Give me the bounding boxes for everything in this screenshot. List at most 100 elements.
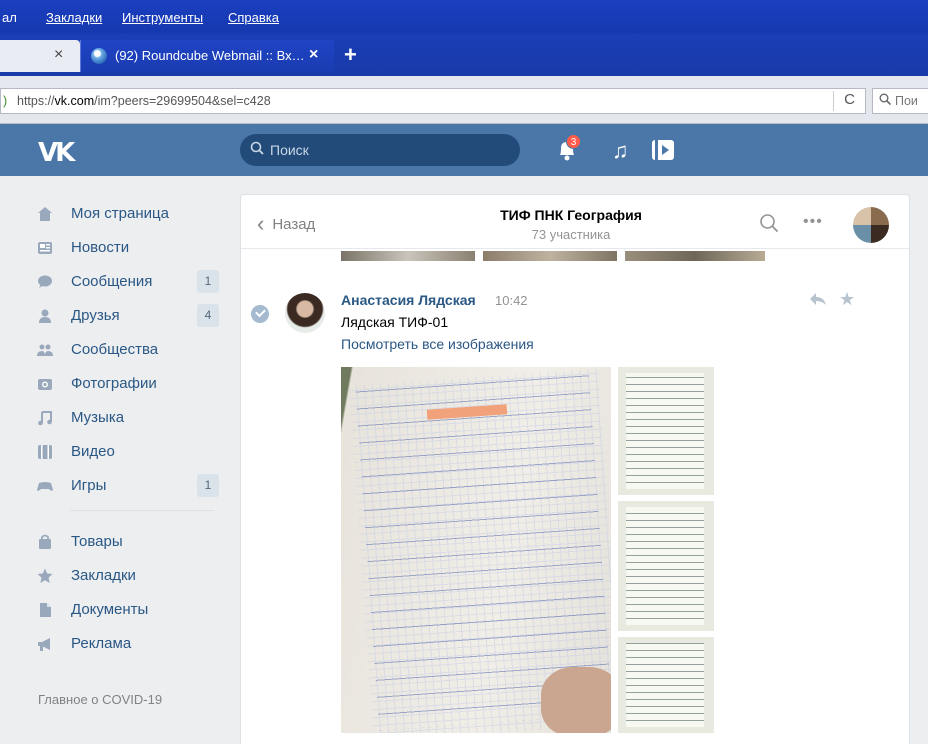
search-icon[interactable]	[759, 213, 779, 233]
notebook-page	[626, 507, 704, 625]
sidebar-item-bookmarks[interactable]: Закладки	[30, 562, 222, 590]
music-icon	[38, 411, 52, 426]
menu-item-help[interactable]: Справка	[228, 10, 279, 25]
sidebar-item-label: Закладки	[71, 567, 136, 584]
tab-close-icon[interactable]: ×	[309, 46, 318, 64]
message-text: Лядская ТИФ-01	[341, 314, 449, 330]
chat-panel: ‹ Назад ТИФ ПНК География 73 участника ••…	[240, 194, 910, 744]
sidebar-item-label: Сообщества	[71, 341, 159, 358]
games-count-badge: 1	[197, 474, 219, 497]
bag-icon	[39, 534, 51, 549]
browser-search-placeholder: Пои	[895, 94, 918, 108]
browser-tab-active[interactable]: (92) Roundcube Webmail :: Вх… ×	[80, 40, 334, 72]
notebook-page	[626, 643, 704, 727]
browser-tab-inactive[interactable]: ×	[0, 40, 80, 72]
chat-members-count[interactable]: 73 участника	[471, 227, 671, 242]
sidebar-item-video[interactable]: Видео	[30, 438, 222, 466]
sidebar-item-label: Друзья	[71, 307, 120, 324]
roundcube-favicon-icon	[91, 48, 107, 64]
previous-photo[interactable]	[625, 251, 765, 261]
sidebar-item-label: Моя страница	[71, 205, 169, 222]
vk-header: VK Поиск 3 ♫	[0, 124, 928, 176]
notebook-page	[626, 373, 704, 489]
more-options-icon[interactable]: •••	[803, 213, 823, 231]
sidebar-divider	[70, 510, 214, 511]
messages-icon	[38, 275, 52, 288]
video-icon	[38, 445, 52, 459]
message-time[interactable]: 10:42	[495, 293, 528, 308]
sidebar-item-label: Видео	[71, 443, 115, 460]
vk-search-placeholder: Поиск	[270, 142, 309, 158]
back-button[interactable]: ‹ Назад	[257, 211, 315, 237]
message-author[interactable]: Анастасия Лядская	[341, 292, 476, 308]
sidebar-item-documents[interactable]: Документы	[30, 596, 222, 624]
view-all-images-link[interactable]: Посмотреть все изображения	[341, 336, 534, 352]
browser-navbar: ) https://vk.com/im?peers=29699504&sel=c…	[0, 76, 928, 124]
sidebar-item-news[interactable]: Новости	[30, 234, 222, 262]
url-bar[interactable]: ) https://vk.com/im?peers=29699504&sel=c…	[0, 88, 866, 114]
browser-search-box[interactable]: Пои	[872, 88, 928, 114]
sidebar-item-groups[interactable]: Сообщества	[30, 336, 222, 364]
home-icon	[38, 207, 52, 221]
search-icon	[250, 141, 264, 155]
sidebar-item-messages[interactable]: Сообщения 1	[30, 268, 222, 296]
sidebar-item-my-page[interactable]: Моя страница	[30, 200, 222, 228]
sidebar-item-friends[interactable]: Друзья 4	[30, 302, 222, 330]
sidebar-item-label: Реклама	[71, 635, 132, 652]
notifications-badge: 3	[566, 134, 581, 149]
lock-icon: )	[3, 94, 8, 108]
sidebar-item-label: Фотографии	[71, 375, 157, 392]
author-avatar[interactable]	[285, 293, 325, 333]
sidebar-item-photos[interactable]: Фотографии	[30, 370, 222, 398]
vk-search-input[interactable]: Поиск	[240, 134, 520, 166]
sidebar-item-label: Музыка	[71, 409, 125, 426]
friends-icon	[39, 309, 51, 323]
sidebar-item-label: Товары	[71, 533, 123, 550]
sidebar-item-games[interactable]: Игры 1	[30, 472, 222, 500]
menu-item-bookmarks[interactable]: Закладки	[46, 10, 102, 25]
video-player-icon[interactable]	[650, 138, 676, 162]
reply-icon[interactable]	[809, 291, 827, 307]
sidebar-item-label: Игры	[71, 477, 107, 494]
browser-tabbar: × (92) Roundcube Webmail :: Вх… × +	[0, 34, 928, 76]
megaphone-icon	[38, 638, 50, 651]
sidebar-item-music[interactable]: Музыка	[30, 404, 222, 432]
search-icon	[879, 93, 891, 105]
groups-icon	[37, 344, 53, 356]
url-text: https://vk.com/im?peers=29699504&sel=c42…	[17, 94, 271, 108]
previous-photo[interactable]	[341, 251, 475, 261]
previous-photo[interactable]	[483, 251, 617, 261]
menu-item-file[interactable]: ал	[2, 10, 17, 25]
back-label: Назад	[272, 216, 316, 233]
messages-count-badge: 1	[197, 270, 219, 293]
message-select-checkbox[interactable]	[251, 305, 269, 323]
sidebar-item-label: Документы	[71, 601, 149, 618]
attached-photo-2[interactable]	[618, 367, 714, 495]
new-tab-button[interactable]: +	[344, 42, 357, 68]
vk-logo[interactable]: VK	[38, 138, 75, 168]
chat-title[interactable]: ТИФ ПНК География	[471, 207, 671, 223]
attached-photo-4[interactable]	[618, 637, 714, 733]
music-player-icon[interactable]: ♫	[612, 138, 629, 164]
tab-close-icon[interactable]: ×	[54, 46, 63, 64]
star-icon[interactable]: ★	[839, 289, 855, 310]
attached-photo-main[interactable]	[341, 367, 611, 733]
tab-title: (92) Roundcube Webmail :: Вх…	[115, 48, 305, 63]
news-icon	[38, 242, 52, 254]
document-icon	[40, 603, 51, 617]
sidebar-item-goods[interactable]: Товары	[30, 528, 222, 556]
star-icon	[37, 568, 53, 583]
sidebar-item-label: Сообщения	[71, 273, 153, 290]
sidebar-item-ads[interactable]: Реклама	[30, 630, 222, 658]
covid-link[interactable]: Главное о COVID-19	[38, 692, 162, 707]
friends-count-badge: 4	[197, 304, 219, 327]
reload-icon[interactable]: C	[833, 91, 865, 111]
hand-in-photo	[541, 667, 611, 733]
attached-photo-3[interactable]	[618, 501, 714, 631]
chevron-left-icon: ‹	[257, 211, 265, 236]
menu-item-tools[interactable]: Инструменты	[122, 10, 203, 25]
browser-menubar: ал Закладки Инструменты Справка	[0, 0, 928, 34]
chat-avatar[interactable]	[853, 207, 889, 243]
sidebar-item-label: Новости	[71, 239, 130, 256]
previous-photos-strip	[341, 251, 765, 261]
